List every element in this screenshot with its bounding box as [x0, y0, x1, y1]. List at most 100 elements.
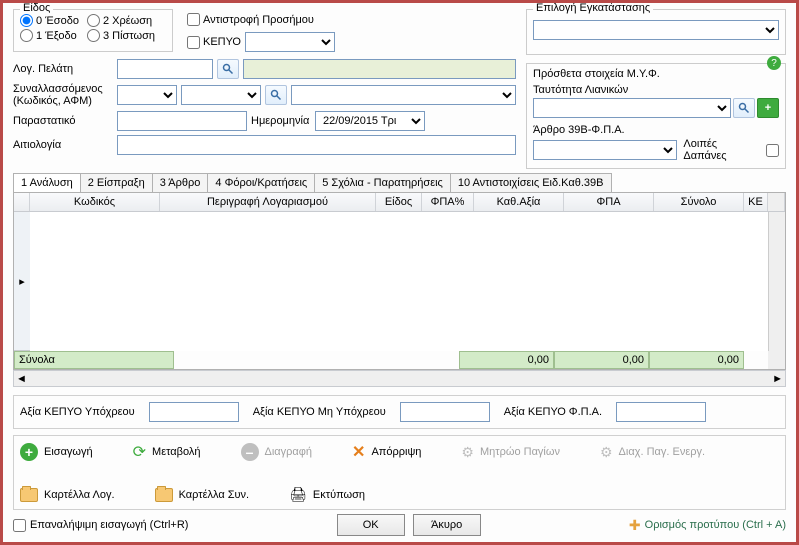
tab-taxes[interactable]: 4 Φόροι/Κρατήσεις	[207, 173, 315, 192]
input-reason[interactable]	[117, 135, 516, 155]
check-sign-reverse[interactable]: Αντιστροφή Προσήμου	[187, 13, 335, 26]
input-cust-acc[interactable]	[117, 59, 213, 79]
input-voucher[interactable]	[117, 111, 247, 131]
assets-button: ⚙ Μητρώο Παγίων	[461, 442, 560, 462]
scroll-left-icon[interactable]: ◄	[16, 373, 27, 385]
lookup-retail-button[interactable]	[733, 98, 755, 118]
check-sign-reverse-label: Αντιστροφή Προσήμου	[203, 14, 314, 26]
party-code-select[interactable]	[117, 85, 177, 105]
col-ke[interactable]: ΚΕ	[744, 193, 768, 211]
print-label: Εκτύπωση	[313, 489, 365, 501]
modify-label: Μεταβολή	[152, 446, 200, 458]
lookup-party-button[interactable]	[265, 85, 287, 105]
radio-expense-label: 1 Έξοδο	[36, 30, 77, 42]
totals-row: Σύνολα 0,00 0,00 0,00	[14, 351, 785, 369]
delete-label: Διαγραφή	[265, 446, 313, 458]
horizontal-scrollbar[interactable]: ◄ ►	[13, 370, 786, 387]
input-kepyo-liable[interactable]	[149, 402, 239, 422]
radio-income[interactable]: 0 Έσοδο	[20, 14, 79, 27]
cancel-button[interactable]: Άκυρο	[413, 514, 481, 536]
col-total[interactable]: Σύνολο	[654, 193, 744, 211]
check-kepyo[interactable]: ΚΕΠΥΟ	[187, 36, 241, 49]
kepyo-select[interactable]	[245, 32, 335, 52]
col-kind[interactable]: Είδος	[376, 193, 422, 211]
kepyo-values-panel: Αξία ΚΕΠΥΟ Υπόχρεου Αξία ΚΕΠΥΟ Μη Υπόχρε…	[13, 395, 786, 429]
template-plus-icon: ✚	[629, 517, 641, 534]
help-icon[interactable]: ?	[767, 56, 781, 70]
print-button[interactable]: 🖨 Εκτύπωση	[289, 486, 365, 503]
col-netval[interactable]: Καθ.Αξία	[474, 193, 564, 211]
check-other-expenses[interactable]: Λοιπές Δαπάνες	[683, 138, 779, 162]
grid-empty-area[interactable]	[30, 212, 768, 351]
totals-net: 0,00	[459, 351, 554, 369]
repeat-insert-label: Επαναλήψιμη εισαγωγή (Ctrl+R)	[30, 519, 188, 531]
kind-fieldset: Είδος 0 Έσοδο 1 Έξοδο 2 Χρέωση 3 Πίστωση	[13, 9, 173, 52]
assets-label: Μητρώο Παγίων	[480, 446, 560, 458]
col-code[interactable]: Κωδικός	[30, 193, 160, 211]
reject-icon: ✕	[352, 442, 365, 462]
action-toolbar: +Εισαγωγή ⟳Μεταβολή –Διαγραφή ✕Απόρριψη …	[13, 435, 786, 510]
gear-icon: ⚙	[600, 444, 613, 461]
party-name-select[interactable]	[291, 85, 516, 105]
grid-header: Κωδικός Περιγραφή Λογαριασμού Είδος ΦΠΑ%…	[14, 193, 785, 212]
dialog-window: Είδος 0 Έσοδο 1 Έξοδο 2 Χρέωση 3 Πίστωση…	[0, 0, 799, 545]
modify-button[interactable]: ⟳ Μεταβολή	[133, 442, 201, 462]
folder-icon	[155, 488, 173, 502]
folder-icon	[20, 488, 38, 502]
label-retail-id: Ταυτότητα Λιανικών	[533, 84, 779, 96]
radio-debit[interactable]: 2 Χρέωση	[87, 14, 155, 27]
radio-income-label: 0 Έσοδο	[36, 15, 79, 27]
radio-credit[interactable]: 3 Πίστωση	[87, 29, 155, 42]
refresh-icon: ⟳	[133, 442, 146, 462]
check-kepyo-label: ΚΕΠΥΟ	[203, 36, 241, 48]
row-marker: ▸	[14, 212, 30, 351]
radio-expense[interactable]: 1 Έξοδο	[20, 29, 79, 42]
party-afm-select[interactable]	[181, 85, 261, 105]
tab-analysis[interactable]: 1 Ανάλυση	[13, 173, 81, 192]
printer-icon: 🖨	[289, 486, 307, 503]
col-vatpct[interactable]: ΦΠΑ%	[422, 193, 474, 211]
installation-fieldset: Επιλογή Εγκατάστασης	[526, 9, 786, 55]
gear-icon: ⚙	[461, 444, 474, 461]
account-card-label: Καρτέλλα Λογ.	[44, 489, 115, 501]
totals-total: 0,00	[649, 351, 744, 369]
vertical-scrollbar[interactable]	[768, 212, 785, 351]
label-article39b: Άρθρο 39Β-Φ.Π.Α.	[533, 124, 779, 136]
tab-comments[interactable]: 5 Σχόλια - Παρατηρήσεις	[314, 173, 451, 192]
party-card-label: Καρτέλλα Συν.	[179, 489, 250, 501]
radio-debit-label: 2 Χρέωση	[103, 15, 152, 27]
assets-mgmt-label: Διαχ. Παγ. Ενεργ.	[619, 446, 706, 458]
repeat-insert-checkbox[interactable]: Επαναλήψιμη εισαγωγή (Ctrl+R)	[13, 519, 188, 532]
input-date[interactable]: 22/09/2015 Τρι	[315, 111, 425, 131]
insert-button[interactable]: + Εισαγωγή	[20, 442, 93, 462]
insert-label: Εισαγωγή	[44, 446, 93, 458]
label-kepyo-nonliable: Αξία ΚΕΠΥΟ Μη Υπόχρεου	[253, 406, 386, 418]
party-card-button[interactable]: Καρτέλλα Συν.	[155, 486, 250, 503]
input-kepyo-nonliable[interactable]	[400, 402, 490, 422]
scroll-right-icon[interactable]: ►	[772, 373, 783, 385]
input-kepyo-vat[interactable]	[616, 402, 706, 422]
analysis-grid: Κωδικός Περιγραφή Λογαριασμού Είδος ΦΠΑ%…	[13, 192, 786, 370]
tab-article[interactable]: 3 Άρθρο	[152, 173, 209, 192]
retail-id-select[interactable]	[533, 98, 731, 118]
account-card-button[interactable]: Καρτέλλα Λογ.	[20, 486, 115, 503]
tab-collection[interactable]: 2 Είσπραξη	[80, 173, 153, 192]
delete-button: –Διαγραφή	[241, 442, 313, 462]
radio-credit-label: 3 Πίστωση	[103, 30, 155, 42]
reject-button[interactable]: ✕ Απόρριψη	[352, 442, 421, 462]
ok-button[interactable]: OK	[337, 514, 405, 536]
assets-mgmt-button: ⚙ Διαχ. Παγ. Ενεργ.	[600, 442, 705, 462]
label-date: Ημερομηνία	[251, 115, 311, 127]
col-vat[interactable]: ΦΠΑ	[564, 193, 654, 211]
col-desc[interactable]: Περιγραφή Λογαριασμού	[160, 193, 376, 211]
label-reason: Αιτιολογία	[13, 139, 113, 151]
reject-label: Απόρριψη	[371, 446, 421, 458]
add-retail-button[interactable]: +	[757, 98, 779, 118]
define-template-link[interactable]: ✚ Ορισμός προτύπου (Ctrl + A)	[629, 517, 786, 534]
tab-match39b[interactable]: 10 Αντιστοιχίσεις Ειδ.Καθ.39Β	[450, 173, 612, 192]
lookup-cust-acc-button[interactable]	[217, 59, 239, 79]
plus-icon: +	[20, 443, 38, 461]
installation-select[interactable]	[533, 20, 779, 40]
dialog-footer: Επαναλήψιμη εισαγωγή (Ctrl+R) OK Άκυρο ✚…	[13, 514, 786, 536]
article39b-select[interactable]	[533, 140, 677, 160]
